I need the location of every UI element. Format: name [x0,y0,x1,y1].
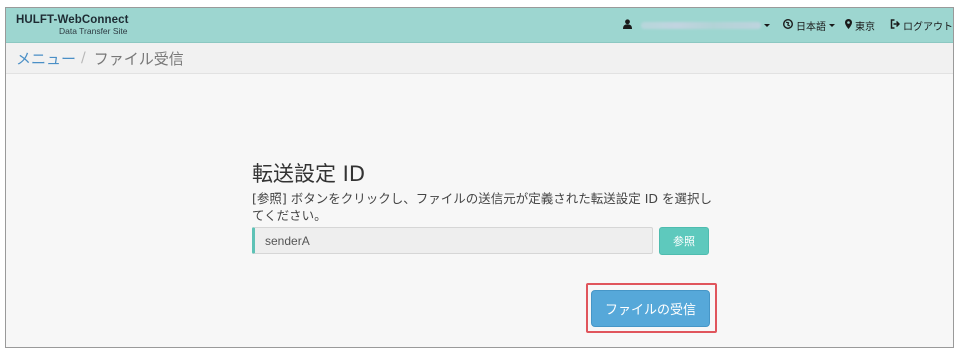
language-menu[interactable]: 日本語 [782,8,835,43]
language-label: 日本語 [796,22,826,33]
sign-out-icon [890,19,901,32]
breadcrumb-separator: / [81,50,86,66]
breadcrumb-menu-link[interactable]: メニュー [16,48,76,69]
app-window: HULFT-WebConnect Data Transfer Site 日本語 … [5,7,954,348]
logout-link[interactable]: ログアウト [890,8,953,43]
map-marker-icon [845,19,852,32]
breadcrumb-current: ファイル受信 [93,49,184,68]
top-navbar: HULFT-WebConnect Data Transfer Site 日本語 … [6,8,953,43]
location-item[interactable]: 東京 [845,8,875,43]
user-menu[interactable] [623,8,770,43]
transfer-setting-instructions: [参照] ボタンをクリックし、ファイルの送信元が定義された転送設定 ID を選択… [252,191,712,223]
brand-subtitle: Data Transfer Site [59,26,128,36]
user-icon [623,19,632,32]
chevron-down-icon [764,24,770,27]
user-email-redacted [641,22,761,29]
browse-button[interactable]: 参照 [659,227,709,255]
transfer-setting-id-input[interactable] [252,227,653,254]
logout-label: ログアウト [903,22,953,33]
brand-title: HULFT-WebConnect [16,14,129,26]
location-label: 東京 [855,22,875,33]
chevron-down-icon [829,24,835,27]
transfer-setting-id-heading: 転送設定 ID [252,162,366,186]
globe-icon [782,18,794,32]
receive-file-button[interactable]: ファイルの受信 [591,290,710,327]
breadcrumb: メニュー / ファイル受信 [6,43,953,74]
brand-logo[interactable]: HULFT-WebConnect Data Transfer Site [16,14,129,36]
